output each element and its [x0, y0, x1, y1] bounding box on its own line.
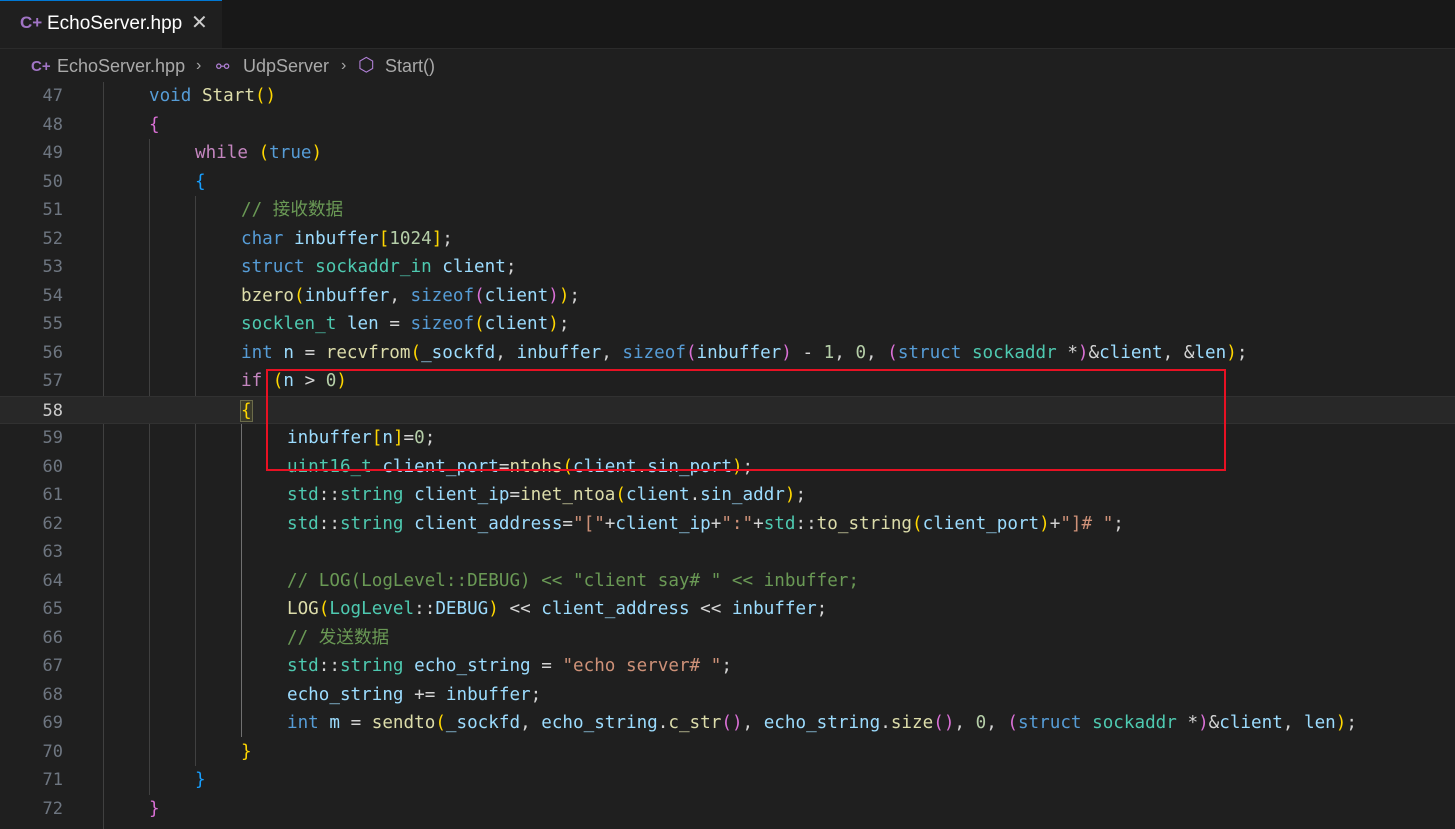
code-line[interactable]: 65 LOG(LogLevel::DEBUG) << client_address…: [0, 595, 1455, 623]
line-number: 69: [42, 713, 63, 733]
code-text: {: [240, 399, 253, 422]
tab-echoserver[interactable]: C+ EchoServer.hpp ✕: [0, 0, 222, 48]
code-text: }: [241, 741, 252, 762]
line-number: 65: [42, 599, 63, 619]
code-text: LOG(LogLevel::DEBUG) << client_address <…: [287, 599, 828, 619]
line-number: 60: [42, 456, 63, 477]
code-text: // LOG(LogLevel::DEBUG) << "client say# …: [287, 570, 859, 591]
line-number: 54: [42, 285, 63, 306]
line-number: 64: [42, 570, 63, 591]
code-text: int m = sendto(_sockfd, echo_string.c_st…: [287, 713, 1357, 733]
code-line[interactable]: 56 int n = recvfrom(_sockfd, inbuffer, si…: [0, 339, 1455, 367]
code-line[interactable]: 64 // LOG(LogLevel::DEBUG) << "client say…: [0, 567, 1455, 595]
close-icon[interactable]: ✕: [191, 10, 208, 34]
code-line[interactable]: 67 std::string echo_string = "echo server…: [0, 652, 1455, 680]
code-text: struct sockaddr_in client;: [241, 257, 517, 277]
chevron-right-icon: ›: [341, 57, 347, 74]
code-line[interactable]: 47 void Start(): [0, 82, 1455, 110]
breadcrumb-class[interactable]: UdpServer: [243, 56, 329, 77]
line-number: 52: [42, 228, 63, 249]
code-line[interactable]: 53 struct sockaddr_in client;: [0, 253, 1455, 281]
code-line[interactable]: 63: [0, 538, 1455, 566]
tab-bar: C+ EchoServer.hpp ✕: [0, 0, 1455, 49]
code-line[interactable]: 55 socklen_t len = sizeof(client);: [0, 310, 1455, 338]
code-text: echo_string += inbuffer;: [287, 684, 542, 705]
line-number: 55: [42, 314, 63, 334]
line-number: 50: [42, 171, 63, 192]
code-text: socklen_t len = sizeof(client);: [241, 314, 570, 334]
line-number: 59: [42, 428, 63, 448]
code-line[interactable]: 69 int m = sendto(_sockfd, echo_string.c_…: [0, 709, 1455, 737]
chevron-right-icon: ›: [196, 57, 202, 74]
line-number: 47: [42, 86, 63, 106]
breadcrumb-method[interactable]: Start(): [385, 56, 435, 77]
highlight-box: [266, 369, 1226, 471]
line-number: 71: [42, 770, 63, 790]
code-text: }: [149, 798, 160, 819]
code-line[interactable]: 66 // 发送数据: [0, 624, 1455, 652]
breadcrumb: C+ EchoServer.hpp › ⚯ UdpServer › ⬡ Star…: [0, 49, 1455, 83]
code-line[interactable]: 48 {: [0, 111, 1455, 139]
line-number: 58: [42, 400, 63, 421]
code-line[interactable]: 51 // 接收数据: [0, 196, 1455, 224]
line-number: 72: [42, 798, 63, 819]
line-number: 53: [42, 257, 63, 277]
code-text: std::string echo_string = "echo server# …: [287, 656, 732, 676]
code-text: int n = recvfrom(_sockfd, inbuffer, size…: [241, 342, 1248, 363]
line-number: 49: [42, 143, 63, 163]
code-text: while (true): [195, 143, 323, 163]
code-text: char inbuffer[1024];: [241, 228, 453, 249]
line-number: 70: [42, 741, 63, 762]
code-line[interactable]: 71}: [0, 766, 1455, 794]
tab-label: EchoServer.hpp: [47, 13, 183, 34]
code-line[interactable]: 72}: [0, 795, 1455, 823]
code-line[interactable]: 62 std::string client_address="["+client_…: [0, 510, 1455, 538]
code-text: {: [149, 114, 160, 135]
code-line[interactable]: 50 {: [0, 168, 1455, 196]
line-number: 62: [42, 513, 63, 534]
cpp-file-icon: C+: [20, 13, 43, 32]
code-text: {: [195, 171, 206, 192]
code-line[interactable]: 61 std::string client_ip=inet_ntoa(client…: [0, 481, 1455, 509]
code-text: // 发送数据: [287, 627, 390, 648]
code-text: void Start(): [149, 86, 277, 106]
code-line[interactable]: 68 echo_string += inbuffer;: [0, 681, 1455, 709]
code-text: // 接收数据: [241, 200, 344, 220]
code-text: std::string client_address="["+client_ip…: [287, 513, 1124, 534]
line-number: 68: [42, 684, 63, 705]
code-text: std::string client_ip=inet_ntoa(client.s…: [287, 485, 807, 505]
line-number: 67: [42, 656, 63, 676]
code-line[interactable]: 49 while (true): [0, 139, 1455, 167]
class-icon: ⚯: [216, 59, 230, 76]
code-text: }: [195, 770, 206, 790]
line-number: 56: [42, 342, 63, 363]
code-text: bzero(inbuffer, sizeof(client));: [241, 285, 580, 306]
line-number: 61: [42, 485, 63, 505]
cpp-file-icon: C+: [31, 58, 51, 75]
line-number: 57: [42, 371, 63, 391]
code-line[interactable]: 52 char inbuffer[1024];: [0, 225, 1455, 253]
line-number: 48: [42, 114, 63, 135]
code-line[interactable]: 54 bzero(inbuffer, sizeof(client));: [0, 282, 1455, 310]
breadcrumb-file[interactable]: EchoServer.hpp: [57, 56, 185, 77]
line-number: 63: [42, 542, 63, 562]
method-icon: ⬡: [358, 55, 375, 76]
line-number: 51: [42, 200, 63, 220]
code-line[interactable]: 70}: [0, 738, 1455, 766]
line-number: 66: [42, 627, 63, 648]
